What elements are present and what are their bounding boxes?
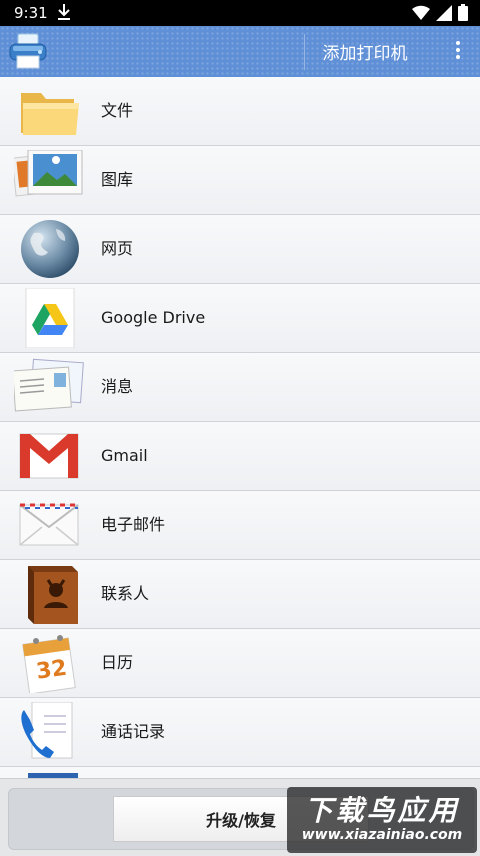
signal-icon [436, 4, 452, 25]
globe-icon [14, 219, 86, 279]
source-list: 文件 图库 网页 Google Drive 消息 Gmail 电子邮件 联系人 … [0, 77, 480, 778]
contacts-book-icon [14, 564, 86, 624]
list-item-label: 电子邮件 [101, 515, 166, 534]
list-item-partial [0, 767, 480, 778]
phone-icon [14, 701, 86, 762]
watermark-url: www.xiazainiao.com [301, 827, 463, 843]
envelope-icon [14, 495, 86, 555]
list-item-google-drive[interactable]: Google Drive [0, 284, 480, 353]
gallery-icon [11, 149, 86, 210]
download-icon [57, 3, 71, 25]
list-item-messages[interactable]: 消息 [0, 353, 480, 422]
list-item-call-log[interactable]: 通话记录 [0, 698, 480, 767]
overflow-menu-icon[interactable] [448, 38, 468, 66]
battery-icon [458, 4, 468, 25]
list-item-contacts[interactable]: 联系人 [0, 560, 480, 629]
google-drive-icon [14, 287, 86, 349]
watermark: 下载鸟应用 www.xiazainiao.com [287, 787, 477, 853]
list-item-email[interactable]: 电子邮件 [0, 491, 480, 560]
list-item-label: 网页 [101, 239, 134, 258]
app-bar: 添加打印机 [0, 26, 480, 78]
list-item-files[interactable]: 文件 [0, 77, 480, 146]
list-item-label: 文件 [101, 101, 134, 120]
partial-icon [14, 771, 86, 778]
status-time: 9:31 [14, 4, 48, 22]
status-bar: 9:31 [0, 0, 480, 26]
list-item-label: 联系人 [101, 584, 150, 603]
folder-icon [14, 81, 86, 141]
list-item-label: Google Drive [101, 308, 206, 327]
list-item-calendar[interactable]: 32 日历 [0, 629, 480, 698]
list-item-label: Gmail [101, 446, 148, 465]
calendar-icon: 32 [14, 633, 86, 695]
postcard-icon [12, 357, 86, 417]
list-item-label: 图库 [101, 170, 134, 189]
gmail-icon [14, 426, 86, 486]
list-item-web[interactable]: 网页 [0, 215, 480, 284]
list-item-gmail[interactable]: Gmail [0, 422, 480, 491]
list-item-gallery[interactable]: 图库 [0, 146, 480, 215]
list-item-label: 通话记录 [101, 722, 166, 741]
watermark-title: 下载鸟应用 [304, 794, 460, 827]
list-item-label: 消息 [101, 377, 134, 396]
printer-logo-icon[interactable] [8, 32, 48, 70]
wifi-icon [412, 5, 430, 25]
add-printer-button[interactable]: 添加打印机 [305, 26, 425, 77]
list-item-label: 日历 [101, 653, 134, 672]
calendar-day-number: 32 [35, 656, 69, 685]
